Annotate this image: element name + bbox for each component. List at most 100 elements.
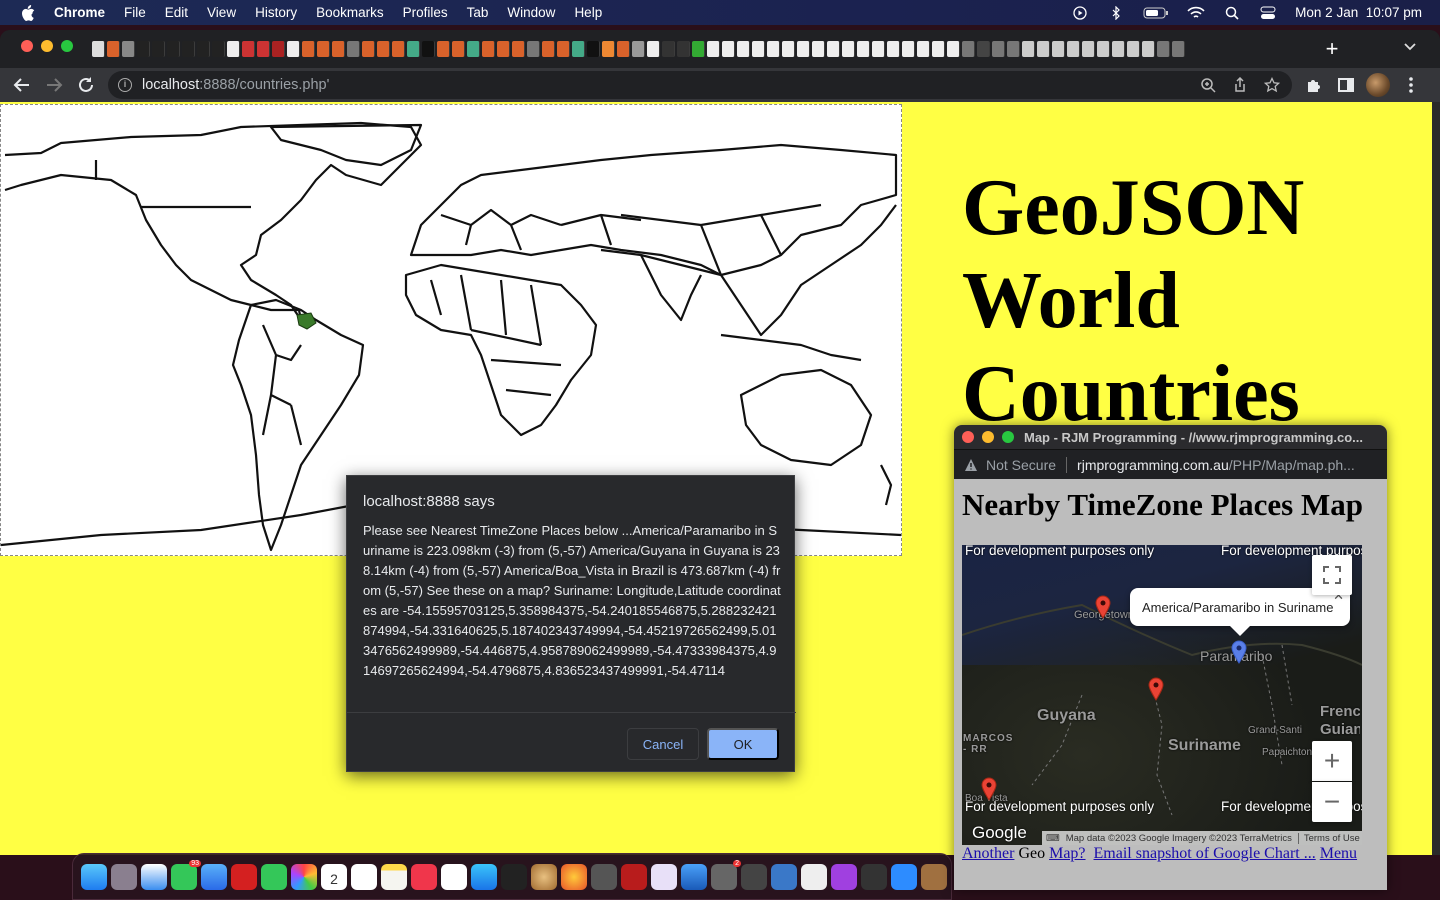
email-snapshot-link[interactable]: Email snapshot of Google Chart ... (1094, 845, 1316, 862)
browser-tab[interactable] (977, 41, 990, 57)
dock-app-facetime[interactable] (261, 863, 287, 890)
zoom-window-button[interactable] (61, 40, 73, 52)
keyboard-shortcuts-icon[interactable]: ⌨ (1046, 833, 1060, 844)
browser-tab[interactable] (407, 41, 420, 57)
browser-tab[interactable] (662, 41, 675, 57)
close-window-button[interactable] (21, 40, 33, 52)
url-text[interactable]: localhost:8888/countries.php' (142, 77, 329, 93)
popup-close-button[interactable] (962, 431, 974, 443)
dock-app-app-store[interactable] (471, 863, 497, 890)
dock-app-system-preferences[interactable]: 2 (711, 859, 741, 890)
browser-tab[interactable] (752, 41, 765, 57)
dock-app-finder[interactable] (81, 863, 107, 890)
map-link[interactable]: Map? (1049, 845, 1085, 862)
menu-history[interactable]: History (255, 5, 297, 20)
browser-tab[interactable] (257, 41, 270, 57)
dock-app-notes[interactable] (381, 863, 407, 890)
dock-app-zoom[interactable] (891, 863, 917, 890)
browser-tab[interactable] (587, 41, 600, 57)
battery-icon[interactable] (1143, 6, 1169, 20)
dock-app-filezilla[interactable] (621, 863, 647, 890)
browser-tab[interactable] (392, 41, 405, 57)
google-map[interactable]: For development purposes only For develo… (962, 545, 1362, 845)
kebab-menu-icon[interactable] (1402, 76, 1420, 94)
dock-app-contacts[interactable] (921, 863, 947, 890)
dock-app-safari[interactable] (141, 863, 167, 890)
browser-tab[interactable] (482, 41, 495, 57)
map-zoom-in-button[interactable]: + (1312, 741, 1352, 781)
browser-tab[interactable] (512, 41, 525, 57)
address-bar[interactable]: i localhost:8888/countries.php' (108, 71, 1292, 99)
dock-app-preview[interactable] (771, 863, 797, 890)
side-panel-icon[interactable] (1337, 76, 1355, 94)
dock-app-opera[interactable] (231, 863, 257, 890)
terms-of-use-link[interactable]: Terms of Use (1297, 832, 1360, 844)
menu-link[interactable]: Menu (1320, 845, 1357, 862)
browser-tab[interactable] (707, 41, 720, 57)
browser-tab[interactable] (107, 41, 120, 57)
browser-tab[interactable] (542, 41, 555, 57)
browser-tab[interactable] (287, 41, 300, 57)
browser-tab[interactable] (227, 41, 240, 57)
dock-app-paintbrush[interactable] (531, 863, 557, 890)
browser-tab[interactable] (947, 41, 960, 57)
browser-tab[interactable] (557, 41, 570, 57)
dialog-message[interactable]: Please see Nearest TimeZone Places below… (363, 521, 783, 712)
red-map-pin-boa-vista-region[interactable] (1148, 677, 1164, 701)
browser-tab[interactable] (1097, 41, 1110, 57)
browser-tab[interactable] (347, 41, 360, 57)
google-logo[interactable]: Google (972, 823, 1027, 843)
browser-tab[interactable] (1067, 41, 1080, 57)
browser-tab[interactable] (992, 41, 1005, 57)
browser-tab[interactable] (452, 41, 465, 57)
browser-tab[interactable] (932, 41, 945, 57)
red-map-pin-georgetown[interactable] (1095, 595, 1111, 619)
browser-tab[interactable] (242, 41, 255, 57)
tab-search-chevron-icon[interactable] (1402, 38, 1418, 54)
dock-app-firefox[interactable] (561, 863, 587, 890)
browser-tab[interactable] (1052, 41, 1065, 57)
forward-button[interactable] (44, 75, 64, 95)
dock-app-document[interactable] (801, 863, 827, 890)
browser-tab[interactable] (362, 41, 375, 57)
apple-menu-icon[interactable] (20, 4, 36, 21)
menu-file[interactable]: File (124, 5, 146, 20)
browser-tab[interactable] (767, 41, 780, 57)
menu-edit[interactable]: Edit (165, 5, 188, 20)
minimize-window-button[interactable] (41, 40, 53, 52)
browser-tab[interactable] (842, 41, 855, 57)
browser-tab[interactable] (527, 41, 540, 57)
wifi-icon[interactable] (1187, 6, 1205, 20)
menu-window[interactable]: Window (507, 5, 555, 20)
browser-tab[interactable] (1172, 41, 1185, 57)
blue-map-pin-paramaribo[interactable] (1231, 640, 1247, 664)
menu-profiles[interactable]: Profiles (403, 5, 448, 20)
browser-tab[interactable] (962, 41, 975, 57)
menu-tab[interactable]: Tab (467, 5, 489, 20)
browser-tab[interactable] (422, 41, 435, 57)
zoom-magnifier-icon[interactable] (1200, 77, 1216, 93)
dock-app-news[interactable] (441, 863, 467, 890)
menu-view[interactable]: View (207, 5, 236, 20)
browser-tab[interactable] (602, 41, 615, 57)
dock-app-mail[interactable] (201, 863, 227, 890)
back-button[interactable] (12, 75, 32, 95)
browser-tab[interactable] (332, 41, 345, 57)
play-circle-icon[interactable] (1071, 5, 1089, 20)
control-center-icon[interactable] (1259, 6, 1277, 20)
browser-tab[interactable] (692, 41, 705, 57)
red-map-pin-boa-vista[interactable] (981, 777, 997, 801)
dock-app-photos[interactable] (291, 863, 317, 890)
menubar-clock[interactable]: Mon 2 Jan 10:07 pm (1295, 5, 1422, 20)
browser-tab[interactable] (377, 41, 390, 57)
browser-tab[interactable] (1037, 41, 1050, 57)
extensions-puzzle-icon[interactable] (1305, 76, 1323, 94)
popup-titlebar[interactable]: Map - RJM Programming - //www.rjmprogram… (954, 425, 1387, 449)
browser-tab[interactable] (197, 41, 210, 57)
browser-tab[interactable] (1142, 41, 1155, 57)
browser-tab[interactable] (1157, 41, 1170, 57)
browser-tab[interactable] (872, 41, 885, 57)
bookmark-star-icon[interactable] (1263, 76, 1281, 93)
map-zoom-out-button[interactable]: − (1312, 782, 1352, 822)
browser-tab[interactable] (272, 41, 285, 57)
